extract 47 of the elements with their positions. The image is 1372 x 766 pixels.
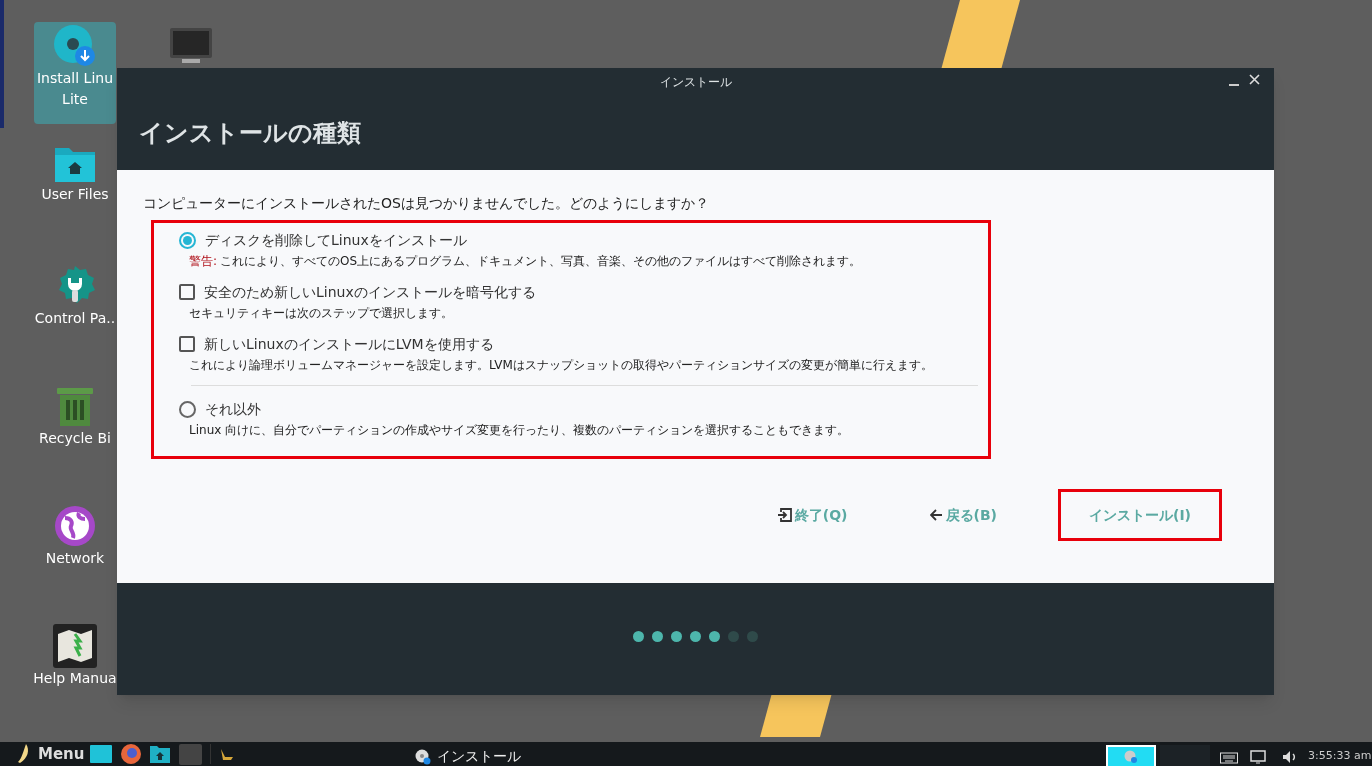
icon-label: User Files [41, 185, 109, 204]
option-label[interactable]: それ以外 [205, 398, 261, 420]
monitor-icon [170, 28, 212, 64]
volume-icon[interactable] [1282, 749, 1298, 764]
left-arrow-icon [929, 509, 943, 521]
exit-icon [777, 508, 792, 522]
globe-icon [53, 504, 97, 548]
task-button[interactable]: インストール [437, 746, 521, 766]
option-description: これにより、すべてのOS上にあるプログラム、ドキュメント、写真、音楽、その他のファイルはすべて削除されます。 [220, 253, 862, 269]
page-heading: インストールの種類 [139, 118, 361, 149]
option-label[interactable]: ディスクを削除してLinuxをインストール [205, 229, 467, 251]
radio-button[interactable] [179, 400, 196, 418]
icon-label: Help Manua [33, 669, 117, 688]
icon-label: Control Pa.. [34, 309, 116, 328]
icon-label: Install Linu [37, 69, 113, 88]
option-label[interactable]: 新しいLinuxのインストールにLVMを使用する [204, 333, 494, 355]
warning-label: 警告: [189, 253, 218, 269]
close-icon[interactable] [1249, 74, 1260, 85]
disc-icon [1124, 749, 1138, 764]
window-title: インストール [659, 74, 732, 91]
desktop-icon[interactable]: User Files [34, 142, 116, 244]
option-description: Linux 向けに、自分でパーティションの作成やサイズ変更を行ったり、複数のパーティションを選択することもできます。 [189, 422, 850, 438]
workspace-button[interactable] [1106, 744, 1156, 766]
desktop-icon[interactable]: Network [34, 502, 116, 604]
icon-label: Network [45, 549, 105, 568]
map-icon [53, 624, 97, 668]
desktop-icon[interactable]: Help Manua [34, 622, 116, 724]
menu-button[interactable]: Menu [38, 742, 85, 766]
home-folder-icon[interactable] [149, 744, 172, 764]
option-description: これにより論理ボリュームマネージャーを設定します。LVMはスナップショットの取得やパーティションサイズの変更が簡単に行えます。 [189, 357, 933, 373]
radio-button[interactable] [179, 231, 196, 249]
desktop-icon[interactable]: Control Pa.. [34, 262, 116, 364]
disc-icon [53, 24, 97, 68]
window-icon[interactable] [90, 745, 113, 763]
icon-label: Lite [62, 90, 88, 109]
checkbox[interactable] [179, 336, 195, 352]
display-icon[interactable] [1250, 749, 1266, 764]
clock: 3:55:33 am [1308, 748, 1372, 765]
checkbox[interactable] [179, 284, 195, 300]
question-text: コンピューターにインストールされたOSは見つかりませんでした。どのようにしますか？ [143, 194, 710, 213]
desktop-icon[interactable]: Install Linu Lite [34, 22, 116, 124]
desktop-icon[interactable]: Recycle Bi [34, 382, 116, 484]
option-label[interactable]: 安全のため新しいLinuxのインストールを暗号化する [204, 281, 536, 303]
icon-label: Recycle Bi [39, 429, 111, 448]
disc-icon [415, 748, 431, 765]
keyboard-icon[interactable] [1220, 749, 1238, 764]
option-description: セキュリティキーは次のステップで選択します。 [189, 305, 453, 321]
